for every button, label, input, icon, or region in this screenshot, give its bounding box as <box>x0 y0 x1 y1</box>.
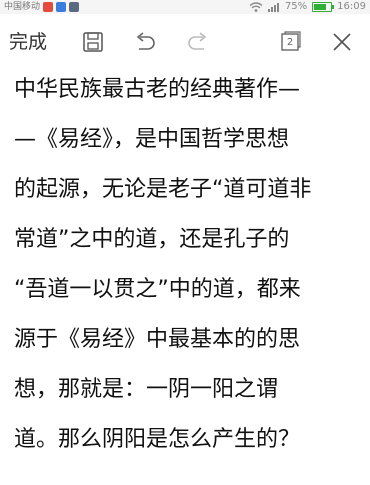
text-line: 源于《易经》中最基本的的思 <box>14 327 301 352</box>
status-left: 中国移动 <box>4 1 80 13</box>
clock: 16:09 <box>337 1 366 12</box>
status-right: 75% 16:09 <box>249 0 366 14</box>
editor-toolbar: 完成 2 <box>0 14 370 70</box>
signal-icon <box>267 2 280 12</box>
text-line: 常道”之中的道，还是孔子的 <box>14 227 290 252</box>
page-count-label: 2 <box>286 36 294 48</box>
wifi-icon <box>249 2 263 12</box>
text-line: “吾道一以贯之”中的道，都来 <box>14 277 301 302</box>
redo-icon[interactable] <box>185 29 211 55</box>
page-count-icon[interactable]: 2 <box>277 29 303 55</box>
text-line: —《易经》，是中国哲学思想 <box>14 127 290 152</box>
text-line: 中华民族最古老的经典著作— <box>14 77 301 102</box>
text-line: 想，那就是：一阴一阳之谓 <box>14 377 279 402</box>
notification-app-icon <box>43 2 54 12</box>
save-icon[interactable] <box>80 29 106 55</box>
text-line: 道。那么阴阳是怎么产生的？ <box>14 427 301 452</box>
notification-app-icon <box>56 2 67 12</box>
battery-percent: 75% <box>284 1 308 12</box>
undo-icon[interactable] <box>132 29 158 55</box>
text-line: 的起源，无论是老子“道可道非 <box>14 177 312 202</box>
close-icon[interactable] <box>329 29 355 55</box>
document-body[interactable]: 中华民族最古老的经典著作— —《易经》，是中国哲学思想 的起源，无论是老子“道可… <box>14 65 359 485</box>
status-bar: 中国移动 75% 16:09 <box>0 0 370 14</box>
battery-fill <box>314 4 327 10</box>
done-button[interactable]: 完成 <box>9 30 47 54</box>
battery-icon <box>312 2 335 12</box>
notification-app-icon <box>69 2 80 12</box>
carrier-label: 中国移动 <box>4 2 41 12</box>
